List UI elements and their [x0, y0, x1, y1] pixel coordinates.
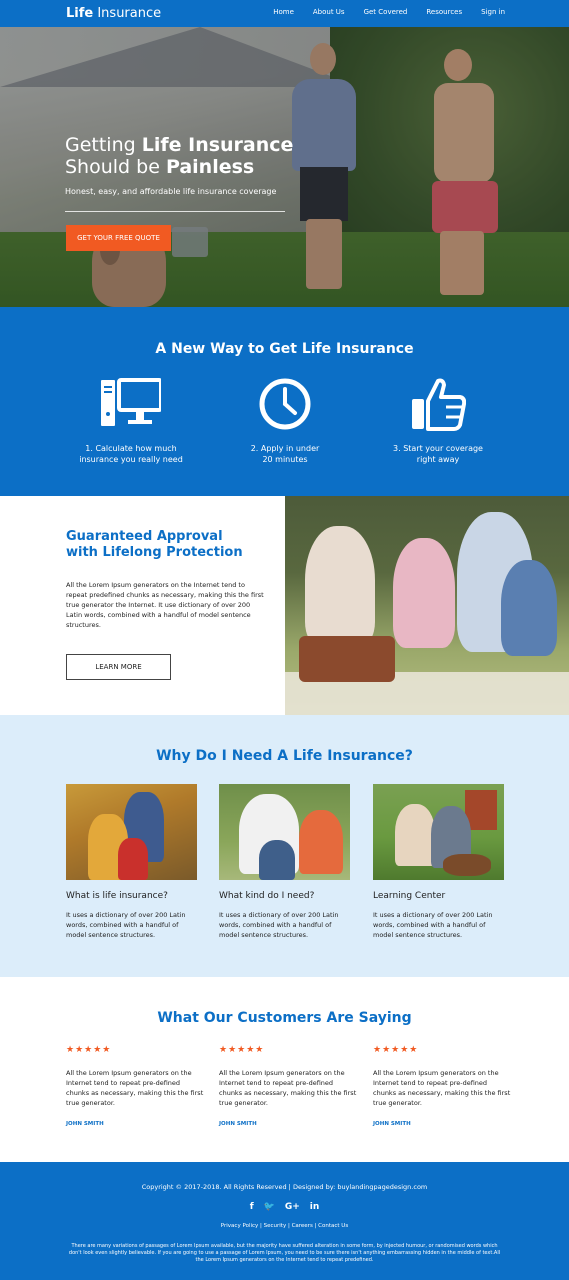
grandparents-image [373, 784, 504, 880]
why-card2-title: What kind do I need? [219, 891, 315, 901]
testimonial-card: ★★★★★ All the Lorem Ipsum generators on … [66, 1045, 204, 1127]
twitter-icon[interactable]: 🐦 [264, 1202, 275, 1212]
nav-about-us[interactable]: About Us [313, 8, 345, 16]
testimonial-card: ★★★★★ All the Lorem Ipsum generators on … [373, 1045, 511, 1127]
testimonial-author: JOHN SMITH [373, 1121, 411, 1127]
testimonial-author: JOHN SMITH [66, 1121, 104, 1127]
linkedin-icon[interactable]: in [310, 1202, 320, 1212]
nav-resources[interactable]: Resources [426, 8, 462, 16]
nav-get-covered[interactable]: Get Covered [364, 8, 408, 16]
testimonial-quote: All the Lorem Ipsum generators on the In… [219, 1069, 357, 1107]
nav-sign-in[interactable]: Sign in [481, 8, 505, 16]
step1-line1: 1. Calculate how much [85, 444, 177, 453]
family-autumn-image [66, 784, 197, 880]
hero-title-l2b: Painless [165, 156, 255, 178]
hero-title: Getting Life Insurance Should be Painles… [65, 134, 293, 178]
step2-line2: 20 minutes [262, 455, 308, 464]
hero-title-l1a: Getting [65, 134, 142, 156]
logo-rest: Insurance [93, 6, 162, 21]
logo[interactable]: Life Insurance [66, 6, 161, 21]
logo-bold: Life [66, 6, 94, 21]
guaranteed-title-l1: Guaranteed Approval [66, 529, 223, 544]
why-card1-body: It uses a dictionary of over 200 Latin w… [66, 911, 186, 939]
guaranteed-title-l2: with Lifelong Protection [66, 545, 243, 560]
why-card-learning-center[interactable]: Learning Center It uses a dictionary of … [373, 784, 504, 940]
clock-icon [210, 375, 360, 433]
testimonial-quote: All the Lorem Ipsum generators on the In… [66, 1069, 204, 1107]
step-apply: 2. Apply in under 20 minutes [210, 375, 360, 465]
star-rating-icon: ★★★★★ [66, 1045, 112, 1055]
testimonials-title: What Our Customers Are Saying [157, 1010, 412, 1026]
step1-line2: insurance you really need [79, 455, 183, 464]
nav-menu: Home About Us Get Covered Resources Sign… [254, 8, 505, 16]
testimonial-card: ★★★★★ All the Lorem Ipsum generators on … [219, 1045, 357, 1127]
step2-line1: 2. Apply in under [250, 444, 320, 453]
guaranteed-section: Guaranteed Approval with Lifelong Protect… [0, 496, 569, 715]
step-start: 3. Start your coverage right away [363, 375, 513, 465]
hero-divider [65, 211, 285, 212]
star-rating-icon: ★★★★★ [373, 1045, 419, 1055]
get-free-quote-button[interactable]: GET YOUR FREE QUOTE [66, 225, 171, 251]
nav-home[interactable]: Home [273, 8, 294, 16]
testimonial-author: JOHN SMITH [219, 1121, 257, 1127]
why-card3-body: It uses a dictionary of over 200 Latin w… [373, 911, 493, 939]
why-section: Why Do I Need A Life Insurance? What is … [0, 715, 569, 977]
footer-links[interactable]: Privacy Policy | Security | Careers | Co… [0, 1223, 569, 1229]
family-outdoor-image [219, 784, 350, 880]
hero-title-l2a: Should be [65, 156, 166, 178]
guaranteed-body: All the Lorem Ipsum generators on the In… [66, 581, 264, 629]
hero-subtitle: Honest, easy, and affordable life insura… [65, 187, 277, 196]
thumbs-up-icon [363, 375, 513, 433]
step-calculate: 1. Calculate how much insurance you reall… [56, 375, 206, 465]
family-picnic-image [285, 496, 569, 715]
why-title: Why Do I Need A Life Insurance? [156, 748, 413, 764]
google-plus-icon[interactable]: G+ [285, 1202, 300, 1212]
footer: Copyright © 2017-2018. All Rights Reserv… [0, 1162, 569, 1280]
learn-more-button[interactable]: LEARN MORE [66, 654, 171, 680]
new-way-title: A New Way to Get Life Insurance [155, 341, 414, 357]
testimonials-section: What Our Customers Are Saying ★★★★★ All … [0, 977, 569, 1162]
facebook-icon[interactable]: f [250, 1202, 254, 1212]
hero-section: Getting Life Insurance Should be Painles… [0, 27, 569, 307]
hero-title-l1b: Life Insurance [141, 134, 294, 156]
guaranteed-title: Guaranteed Approval with Lifelong Protect… [66, 529, 243, 561]
footer-disclaimer: There are many variations of passages of… [68, 1243, 501, 1263]
new-way-section: A New Way to Get Life Insurance 1. Calcu… [0, 307, 569, 496]
step3-line1: 3. Start your coverage [393, 444, 483, 453]
why-card3-title: Learning Center [373, 891, 446, 901]
copyright-text: Copyright © 2017-2018. All Rights Reserv… [141, 1183, 428, 1191]
why-card2-body: It uses a dictionary of over 200 Latin w… [219, 911, 339, 939]
why-card1-title: What is life insurance? [66, 891, 168, 901]
top-navbar: Life Insurance Home About Us Get Covered… [0, 0, 569, 27]
star-rating-icon: ★★★★★ [219, 1045, 265, 1055]
step3-line2: right away [416, 455, 460, 464]
computer-icon [56, 375, 206, 433]
social-links: f 🐦 G+ in [0, 1202, 569, 1212]
why-card-what-kind[interactable]: What kind do I need? It uses a dictionar… [219, 784, 350, 940]
why-card-what-is[interactable]: What is life insurance? It uses a dictio… [66, 784, 197, 940]
testimonial-quote: All the Lorem Ipsum generators on the In… [373, 1069, 511, 1107]
